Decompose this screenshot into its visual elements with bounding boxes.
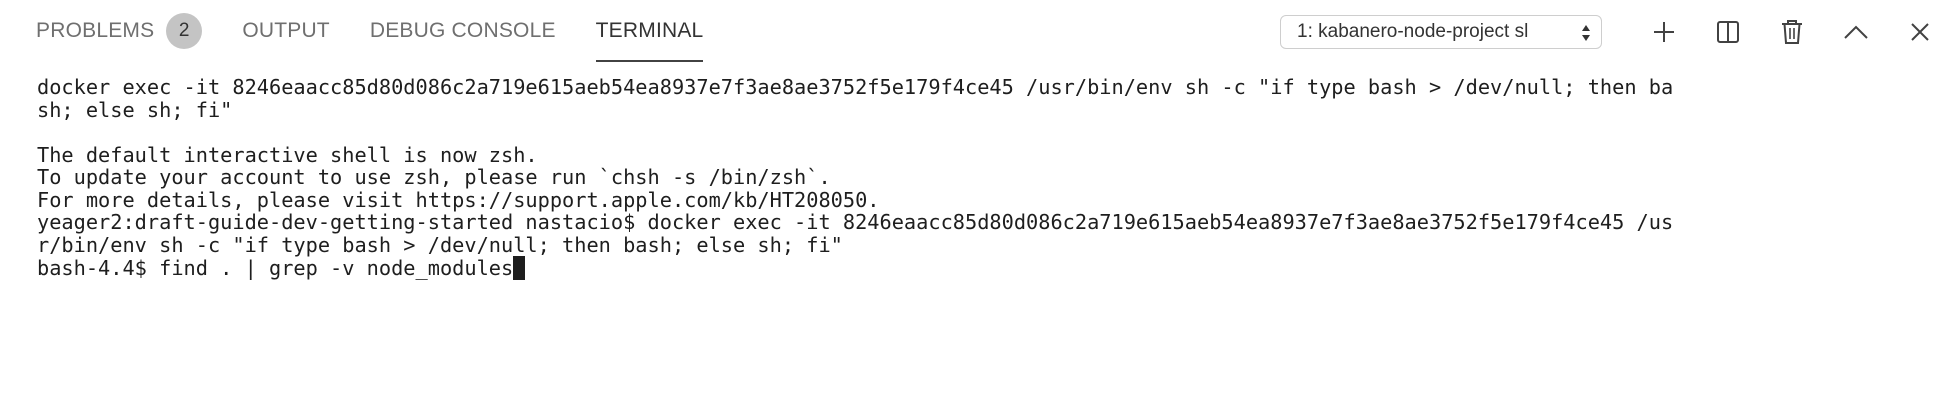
- close-panel-button[interactable]: [1898, 14, 1942, 50]
- plus-icon: [1652, 20, 1676, 44]
- terminal-current-command: bash-4.4$ find . | grep -v node_modules: [37, 256, 514, 280]
- panel-tabs: PROBLEMS 2 OUTPUT DEBUG CONSOLE TERMINAL: [36, 0, 743, 66]
- terminal-instance-select[interactable]: 1: kabanero-node-project sl: [1280, 15, 1602, 49]
- tab-terminal[interactable]: TERMINAL: [595, 0, 704, 62]
- terminal-line: For more details, please visit https://s…: [37, 187, 880, 212]
- tab-output-label: OUTPUT: [242, 19, 330, 42]
- tab-terminal-label: TERMINAL: [595, 19, 704, 42]
- tab-output[interactable]: OUTPUT: [242, 0, 330, 62]
- chevron-up-icon: [1843, 24, 1869, 40]
- maximize-panel-button[interactable]: [1834, 14, 1878, 50]
- split-icon: [1716, 20, 1740, 44]
- terminal-line: To update your account to use zsh, pleas…: [37, 165, 831, 189]
- terminal-line: docker exec -it 8246eaacc85d80d086c2a719…: [37, 75, 1674, 99]
- tab-problems[interactable]: PROBLEMS 2: [36, 0, 203, 62]
- terminal-output[interactable]: docker exec -it 8246eaacc85d80d086c2a719…: [37, 75, 1917, 280]
- panel-actions: 1: kabanero-node-project sl: [1280, 14, 1942, 50]
- select-arrows-icon: [1580, 22, 1592, 44]
- tab-debug-console-label: DEBUG CONSOLE: [369, 19, 556, 42]
- new-terminal-button[interactable]: [1642, 14, 1686, 50]
- tab-debug-console[interactable]: DEBUG CONSOLE: [370, 0, 556, 62]
- terminal-cursor: [513, 256, 526, 280]
- terminal-line: The default interactive shell is now zsh…: [37, 142, 538, 167]
- problems-count-badge: 2: [166, 13, 203, 49]
- split-terminal-button[interactable]: [1706, 14, 1750, 50]
- kill-terminal-button[interactable]: [1770, 14, 1814, 50]
- close-icon: [1910, 22, 1930, 42]
- terminal-line: yeager2:draft-guide-dev-getting-started …: [37, 210, 1674, 234]
- trash-icon: [1781, 19, 1803, 45]
- terminal-instance-selected: 1: kabanero-node-project sl: [1297, 21, 1529, 42]
- tab-problems-label: PROBLEMS: [36, 19, 155, 42]
- terminal-prompt-line: bash-4.4$ find . | grep -v node_modules: [37, 256, 1917, 280]
- terminal-line: sh; else sh; fi": [37, 97, 233, 122]
- panel-header: PROBLEMS 2 OUTPUT DEBUG CONSOLE TERMINAL…: [0, 0, 1958, 66]
- terminal-line: r/bin/env sh -c "if type bash > /dev/nul…: [37, 232, 843, 257]
